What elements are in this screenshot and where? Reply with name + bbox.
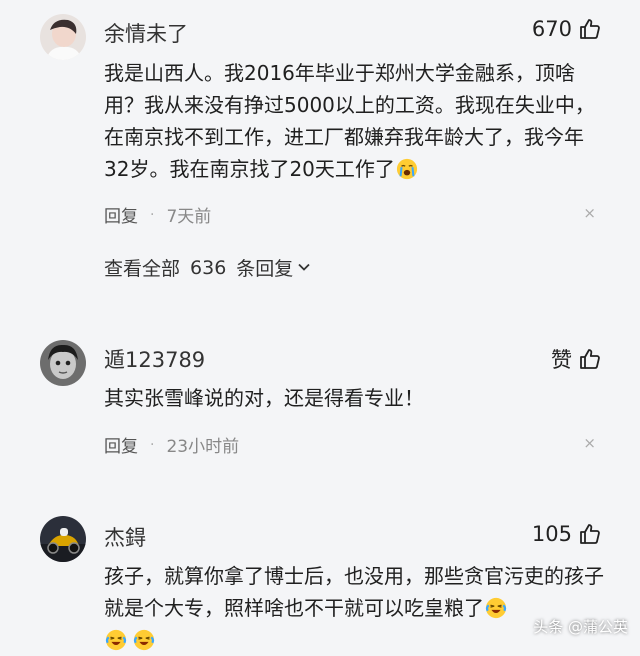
timestamp: 7天前 xyxy=(166,207,212,227)
crying-emoji-icon xyxy=(396,158,417,180)
comment-text: 其实张雪峰说的对，还是得看专业！ xyxy=(104,386,424,410)
thumbs-up-icon xyxy=(578,522,602,546)
thumbs-up-icon xyxy=(578,17,602,41)
reply-button[interactable]: 回复 xyxy=(104,202,138,227)
avatar[interactable] xyxy=(40,14,86,60)
comment-text: 我是山西人。我2016年毕业于郑州大学金融系，顶啥用？我从来没有挣过5000以上… xyxy=(104,61,595,181)
avatar[interactable] xyxy=(40,516,86,562)
comment-text: 孩子，就算你拿了博士后，也没用，那些贪官污吏的孩子就是个大专，照样啥也不干就可以… xyxy=(104,560,604,656)
comment-meta: 回复 · 23小时前 xyxy=(104,432,240,458)
watermark: 头条 @蒲公英 xyxy=(533,618,628,636)
username[interactable]: 杰鍀 xyxy=(104,522,146,552)
avatar[interactable] xyxy=(40,340,86,386)
like-button[interactable]: 105 xyxy=(532,522,602,546)
laughing-crying-emoji-icon xyxy=(133,629,155,651)
like-count: 105 xyxy=(531,522,572,546)
like-count: 670 xyxy=(531,17,572,41)
like-button[interactable]: 670 xyxy=(532,17,602,41)
like-button[interactable]: 赞 xyxy=(551,344,602,374)
reply-count: 636 xyxy=(190,256,227,279)
comment-meta: 回复 · 7天前 xyxy=(104,202,212,228)
view-all-replies-button[interactable]: 查看全部 636 条回复 xyxy=(104,254,311,281)
thumbs-up-icon xyxy=(578,347,602,371)
like-count: 赞 xyxy=(551,348,572,372)
view-all-suffix: 条回复 xyxy=(236,258,294,280)
laughing-crying-emoji-icon xyxy=(105,629,127,651)
username[interactable]: 余情未了 xyxy=(104,18,188,48)
close-icon[interactable]: × xyxy=(583,434,596,452)
separator-dot: · xyxy=(150,206,155,223)
separator-dot: · xyxy=(150,436,155,453)
chevron-down-icon xyxy=(297,257,311,279)
reply-button[interactable]: 回复 xyxy=(104,432,138,457)
laughing-crying-emoji-icon xyxy=(485,597,507,619)
view-all-prefix: 查看全部 xyxy=(104,258,181,280)
timestamp: 23小时前 xyxy=(166,437,240,457)
close-icon[interactable]: × xyxy=(583,204,596,222)
username[interactable]: 遁123789 xyxy=(104,344,205,374)
